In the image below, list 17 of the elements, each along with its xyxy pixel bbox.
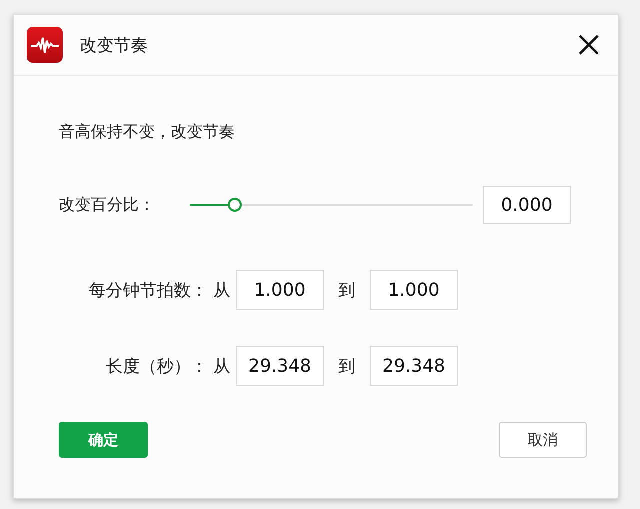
close-icon[interactable] (578, 34, 600, 56)
window-title: 改变节奏 (80, 34, 149, 56)
to-field[interactable]: 1.000 (370, 270, 458, 310)
waveform-icon (27, 27, 63, 63)
range-label: 每分钟节拍数： (88, 280, 208, 302)
description-text: 音高保持不变，改变节奏 (59, 122, 236, 143)
percent-label: 改变百分比： (59, 194, 156, 216)
range-label: 长度（秒）： (105, 356, 208, 378)
cancel-button[interactable]: 取消 (499, 422, 587, 458)
from-label: 从 (212, 356, 232, 378)
from-field[interactable]: 29.348 (236, 346, 324, 386)
from-label: 从 (212, 280, 232, 302)
to-label: 到 (338, 356, 356, 378)
percent-field[interactable]: 0.000 (483, 186, 571, 224)
to-label: 到 (338, 280, 356, 302)
to-field[interactable]: 29.348 (370, 346, 458, 386)
from-field[interactable]: 1.000 (236, 270, 324, 310)
